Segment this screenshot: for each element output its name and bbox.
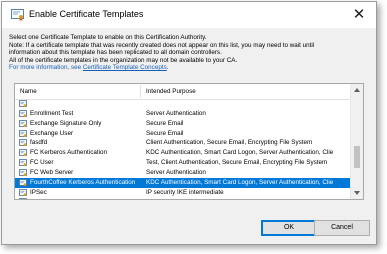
- certificate-template-icon: [19, 188, 27, 197]
- list-item[interactable]: fasdfd Client Authentication, Secure Emai…: [15, 138, 351, 148]
- certificate-template-icon: [19, 109, 27, 118]
- list-item[interactable]: [15, 99, 351, 109]
- certificate-template-icon: [19, 159, 27, 167]
- list-item[interactable]: FC User Test, Client Authentication, Secu…: [15, 158, 351, 168]
- intended-purpose: Server Authentication: [146, 109, 206, 117]
- scrollbar-thumb[interactable]: [354, 146, 360, 168]
- template-name: Enrollment Test: [30, 109, 74, 117]
- more-info-prefix: For more information, see: [9, 64, 83, 72]
- column-header-name[interactable]: Name: [20, 88, 37, 95]
- intended-purpose: KDC Authentication, Smart Card Logon, Se…: [146, 149, 334, 157]
- intended-purpose: Test, Client Authentication, Secure Emai…: [146, 159, 328, 167]
- list-item[interactable]: Exchange Signature Only Secure Email: [15, 119, 351, 129]
- note-line: information about this template has been…: [9, 49, 222, 57]
- intended-purpose: IP security IKE intermediate: [146, 188, 224, 196]
- ok-button[interactable]: OK: [261, 220, 317, 236]
- certificate-template-icon: [19, 178, 27, 187]
- instruction-line: Select one Certificate Template to enabl…: [9, 34, 207, 41]
- template-name: fasdfd: [30, 139, 48, 147]
- column-header-intended-purpose[interactable]: Intended Purpose: [146, 88, 196, 95]
- more-info-line: For more information, see Certificate Te…: [9, 64, 371, 72]
- template-name: IPSec: [30, 188, 47, 196]
- certificate-template-icon: [19, 129, 27, 138]
- template-name: Exchange Signature Only: [30, 119, 102, 127]
- column-divider[interactable]: [140, 85, 141, 98]
- list-item[interactable]: Enrollment Test Server Authentication: [15, 109, 351, 119]
- more-info-suffix: .: [166, 64, 169, 72]
- close-button[interactable]: ✕: [349, 5, 369, 25]
- window-title: Enable Certificate Templates: [29, 9, 144, 19]
- certificate-template-list[interactable]: Name Intended Purpose Enrollment Test Ser…: [14, 83, 364, 200]
- title-bar: Enable Certificate Templates ✕: [2, 2, 376, 28]
- template-name: FC Kerberos Authentication: [30, 149, 108, 157]
- list-header: Name Intended Purpose: [15, 84, 351, 100]
- intended-purpose: KDC Authentication, Smart Card Logon, Se…: [146, 178, 334, 186]
- intended-purpose: Client Authentication, Secure Email, Enc…: [146, 139, 313, 147]
- note-line: All of the certificate templates in the …: [9, 56, 238, 64]
- enable-certificate-templates-dialog: Enable Certificate Templates ✕ Select on…: [1, 1, 377, 245]
- certificate-template-icon: [19, 169, 27, 177]
- certificate-template-concepts-link[interactable]: Certificate Template Concepts: [83, 64, 167, 71]
- certificate-template-icon: [19, 139, 27, 147]
- template-name: FC User: [30, 159, 54, 167]
- intended-purpose: Secure Email: [146, 129, 184, 137]
- certificate-template-icon: [19, 100, 27, 108]
- scroll-down-arrow-icon[interactable]: [354, 191, 360, 195]
- template-name: FourthCoffee Kerberos Authentication: [30, 178, 136, 186]
- intended-purpose: Server Authentication: [146, 168, 206, 176]
- note-line: Note: If a certificate template that was…: [9, 41, 315, 49]
- instructions: Select one Certificate Template to enabl…: [9, 34, 371, 72]
- vertical-scrollbar[interactable]: [350, 84, 363, 199]
- list-item[interactable]: Exchange User Secure Email: [15, 129, 351, 139]
- list-item[interactable]: FourthCoffee Kerberos Authentication KDC …: [15, 177, 351, 188]
- certificate-icon: [11, 9, 24, 21]
- list-item[interactable]: FC Web Server Server Authentication: [15, 168, 351, 178]
- certificate-template-icon: [19, 119, 27, 128]
- intended-purpose: Secure Email: [146, 119, 184, 127]
- scroll-up-arrow-icon[interactable]: [354, 88, 360, 92]
- certificate-template-icon: [19, 149, 27, 157]
- list-item[interactable]: FC Kerberos Authentication KDC Authentica…: [15, 148, 351, 158]
- template-name: Exchange User: [30, 129, 74, 137]
- list-item[interactable]: [15, 197, 351, 199]
- template-name: FC Web Server: [30, 168, 74, 176]
- cancel-button[interactable]: Cancel: [314, 220, 370, 236]
- list-item[interactable]: IPSec IP security IKE intermediate: [15, 188, 351, 198]
- list-rows: Enrollment Test Server Authentication Exch…: [15, 99, 351, 199]
- certificate-template-icon: [19, 198, 27, 199]
